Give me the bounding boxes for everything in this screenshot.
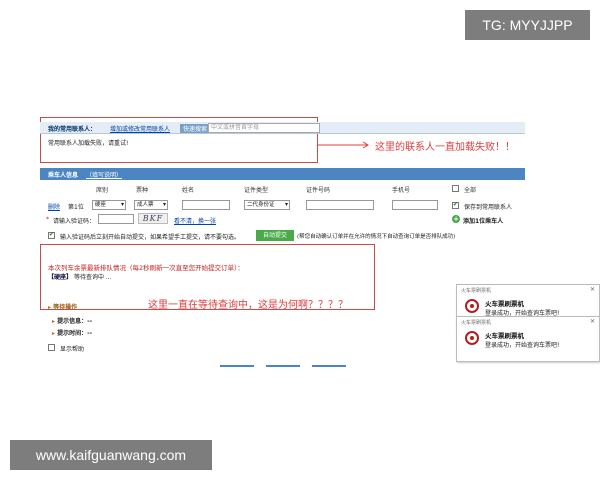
delete-passenger-link[interactable]: 删除 [48, 202, 60, 211]
header-phone: 手机号 [392, 187, 411, 194]
queue-status: 等待查询中 ... [73, 274, 112, 281]
header-all: 全部 [464, 187, 477, 194]
notification-popup[interactable]: 火车票刷票机 ✕ 火车票刷票机 登录成功，开始查询车票吧! [456, 316, 600, 362]
popup-title: 火车票刷票机 [461, 288, 492, 294]
auto-submit-button[interactable]: 自动提交 [256, 230, 294, 241]
popup-message: 登录成功，开始查询车票吧! [485, 342, 560, 349]
hint-time: ▸ 提示时间：-- [52, 328, 92, 337]
railway-logo-icon [465, 299, 479, 313]
required-star: * [46, 216, 49, 223]
seat-select[interactable]: 硬座 [92, 200, 126, 210]
divider [266, 365, 300, 367]
passenger-header-bar: 乘车人信息 （填写说明） [40, 168, 525, 180]
header-ticket-type: 票种 [136, 187, 149, 194]
railway-logo-icon [465, 331, 479, 345]
show-help-checkbox[interactable] [48, 344, 55, 351]
close-icon[interactable]: ✕ [590, 318, 595, 325]
save-contact-checkbox[interactable] [452, 201, 459, 209]
select-all-checkbox[interactable] [452, 185, 459, 192]
captcha-input[interactable] [98, 214, 134, 224]
passenger-title: 乘车人信息 [48, 172, 79, 179]
auto-submit-checkbox[interactable] [48, 231, 55, 239]
auto-submit-text: 输入验证码后立刻开始自动提交，如果希望手工提交，请不要勾选。 [60, 234, 241, 241]
id-number-input[interactable] [306, 200, 374, 210]
watermark-bottom: www.kaifguanwang.com [10, 440, 212, 470]
quick-search-label: 快速搜索 [180, 124, 211, 133]
hint-info-text: 提示信息：-- [57, 318, 93, 325]
contacts-title: 我的常用联系人： [48, 126, 97, 133]
watermark-top: TG: MYYJJPP [465, 10, 590, 40]
annotation-contacts: 这里的联系人一直加载失败！！ [375, 142, 515, 153]
add-passenger-icon[interactable]: + [452, 215, 460, 223]
divider [312, 365, 346, 367]
popup-heading: 火车票刷票机 [485, 300, 524, 308]
queue-status-line: 【硬座】 等待查询中 ... [48, 272, 112, 281]
popup-title: 火车票刷票机 [461, 320, 492, 326]
queue-ticket-tag: 【硬座】 [48, 274, 73, 281]
header-id-number: 证件号码 [306, 187, 331, 194]
contacts-load-error: 常用联系人加载失败，请重试! [48, 140, 129, 147]
popup-heading: 火车票刷票机 [485, 332, 524, 340]
quick-search-input[interactable]: 中文或拼音首字母 [208, 123, 320, 133]
passenger-position: 第1位 [68, 204, 84, 211]
id-type-select[interactable]: 二代身份证 [244, 200, 290, 210]
captcha-label: 请输入验证码： [53, 218, 96, 225]
hint-time-text: 提示时间：-- [57, 330, 93, 337]
annotation-queue: 这里一直在等待查询中，这是为何啊？？？？ [148, 300, 348, 311]
phone-input[interactable] [392, 200, 438, 210]
passenger-name-input[interactable] [182, 200, 230, 210]
captcha-image[interactable]: BKF [138, 213, 168, 224]
close-icon[interactable]: ✕ [590, 286, 595, 293]
header-name: 姓名 [182, 187, 195, 194]
header-id-type: 证件类型 [244, 187, 269, 194]
add-passenger-link[interactable]: 添加1位乘车人 [463, 216, 503, 225]
ticket-type-select[interactable]: 成人票 [134, 200, 168, 210]
wait-operation-label: 等待操作 [53, 304, 78, 311]
save-contact-label: 保存到常用联系人 [464, 204, 513, 211]
contacts-header-bar: 我的常用联系人： 增加或修改常用联系人 快速搜索 中文或拼音首字母 [40, 122, 525, 134]
header-seat: 席别 [96, 187, 109, 194]
wait-operation: ▸ 等待操作 [48, 302, 77, 311]
divider [220, 365, 254, 367]
add-contact-link[interactable]: 增加或修改常用联系人 [110, 124, 170, 133]
show-help-label: 显示帮助 [60, 346, 85, 353]
auto-submit-note: (帮您自动确认订单并在允许的情况下自动查询订单是否排队成功) [297, 234, 456, 240]
queue-title: 本次列车余票最新排队情况（每2秒刷新一次直至您开始提交订单）： [48, 264, 244, 272]
arrow-icon [318, 141, 369, 149]
hint-info: ▸ 提示信息：-- [52, 316, 92, 325]
fill-help-link[interactable]: （填写说明） [86, 170, 122, 179]
captcha-refresh-link[interactable]: 看不清，换一张 [174, 216, 216, 225]
